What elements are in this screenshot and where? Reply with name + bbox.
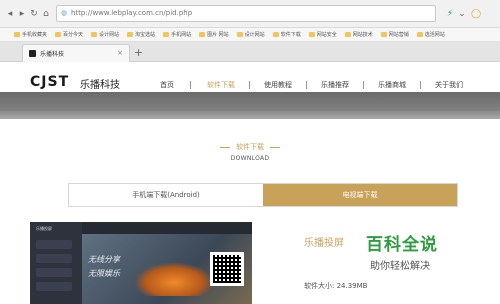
dropdown-icon[interactable]: ⌄ (456, 8, 468, 20)
close-icon[interactable]: × (117, 49, 123, 57)
home-icon[interactable]: ⌂ (40, 8, 52, 20)
folder-icon (55, 32, 62, 37)
address-text: http://www.lebplay.com.cn/pid.php (71, 9, 193, 17)
bookmark-item[interactable]: 设计网站 (236, 31, 265, 38)
folder-icon (199, 32, 206, 37)
nav-tutorial[interactable]: 使用教程 (264, 80, 292, 90)
preview-menu-item (36, 254, 72, 263)
nav-divider (363, 81, 364, 89)
folder-icon (14, 32, 20, 37)
bookmark-item[interactable]: 选活网站 (416, 31, 445, 38)
bookmark-item[interactable]: 手机网站 (163, 31, 191, 38)
speed-icon[interactable]: ⚡ (444, 8, 456, 20)
new-tab-button[interactable]: + (134, 46, 143, 59)
tab-title: 乐播科技 (40, 51, 65, 58)
folder-icon (272, 32, 279, 37)
bookmark-item[interactable]: 百分今天 (55, 31, 83, 38)
bookmark-item[interactable]: 图片 网站 (199, 31, 229, 38)
preview-slogan-1: 无线分享 (88, 255, 120, 264)
qr-code (210, 252, 244, 286)
main-nav: 首页 软件下载 使用教程 乐播推荐 乐播商城 关于我们 (160, 80, 463, 90)
watermark-subtitle: 助你轻松解决 (370, 261, 430, 272)
nav-home[interactable]: 首页 (160, 80, 174, 90)
nav-divider (306, 81, 307, 89)
nav-divider (190, 81, 191, 89)
tab-active[interactable]: 乐播科技 × (22, 44, 130, 62)
site-name: 乐播科技 (80, 80, 120, 91)
download-tabs: 手机端下载(Android) 电视端下载 (68, 183, 458, 207)
refresh-icon[interactable]: ↻ (28, 8, 40, 20)
folder-icon (91, 32, 98, 37)
preview-logo: 乐播投屏 (36, 226, 52, 231)
nav-divider (249, 81, 250, 89)
search-engine-icon[interactable]: ◯ (470, 8, 482, 20)
globe-icon: ◍ (61, 9, 68, 17)
preview-menu-item (36, 282, 72, 291)
preview-menu-item (36, 268, 72, 277)
tab-tv[interactable]: 电视端下载 (263, 184, 457, 206)
browser-toolbar: ◂ ▸ ↻ ⌂ ◍ http://www.lebplay.com.cn/pid.… (0, 0, 500, 28)
bookmark-item[interactable]: 淘宝选站 (127, 31, 155, 38)
folder-icon (416, 32, 423, 37)
nav-about[interactable]: 关于我们 (435, 80, 463, 90)
bookmark-item[interactable]: 手机收藏夹 (14, 31, 47, 38)
product-name: 乐播投屏 (304, 238, 344, 249)
preview-slogan-2: 无限娱乐 (88, 269, 120, 278)
preview-menu-item (36, 240, 72, 249)
address-bar[interactable]: ◍ http://www.lebplay.com.cn/pid.php (56, 5, 436, 22)
folder-icon (308, 32, 315, 37)
bookmark-item[interactable]: 设计网站 (91, 31, 119, 38)
nav-shop[interactable]: 乐播商城 (378, 80, 406, 90)
site-logo[interactable]: CJST (30, 74, 69, 90)
folder-icon (236, 32, 243, 37)
forward-icon[interactable]: ▸ (16, 8, 28, 20)
nav-recommend[interactable]: 乐播推荐 (321, 80, 349, 90)
bookmark-item[interactable]: 网站营销 (380, 31, 409, 38)
preview-topbar (82, 222, 252, 234)
bookmark-item[interactable]: 网站技术 (344, 31, 373, 38)
banner-strip (0, 92, 500, 119)
nav-download[interactable]: 软件下载 (207, 80, 235, 90)
back-icon[interactable]: ◂ (4, 8, 16, 20)
folder-icon (127, 32, 134, 37)
favicon-icon (29, 50, 36, 57)
section-subtitle: DOWNLOAD (230, 155, 270, 162)
car-image (134, 262, 214, 296)
nav-divider (420, 81, 421, 89)
tab-strip: 乐播科技 × + (0, 42, 500, 62)
product-size: 软件大小: 24.39MB (304, 282, 368, 290)
watermark-title: 百科全说 (366, 235, 438, 255)
app-preview-image: 乐播投屏 无线分享 无限娱乐 (30, 222, 252, 304)
folder-icon (380, 32, 387, 37)
tab-android[interactable]: 手机端下载(Android) (69, 184, 263, 206)
preview-sidebar: 乐播投屏 (30, 222, 82, 304)
bookmark-item[interactable]: 软件下载 (272, 31, 301, 38)
folder-icon (344, 32, 351, 37)
folder-icon (163, 32, 170, 37)
bookmarks-bar: 手机收藏夹 百分今天 设计网站 淘宝选站 手机网站 图片 网站 设计网站 软件下… (0, 28, 500, 42)
section-title: 软件下载 (236, 143, 264, 151)
bookmark-item[interactable]: 网站安全 (308, 31, 337, 38)
